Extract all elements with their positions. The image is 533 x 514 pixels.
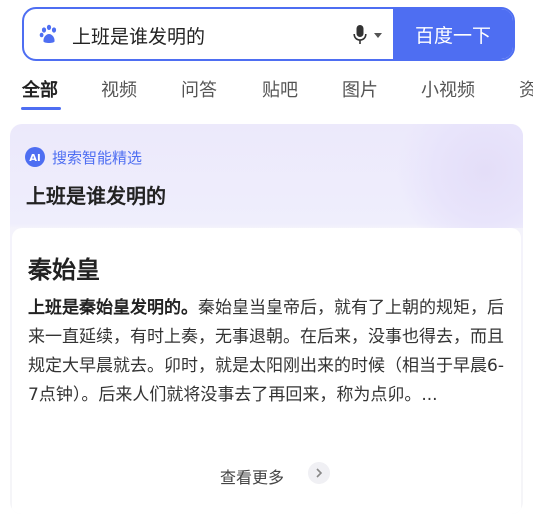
tab-video[interactable]: 视频	[101, 76, 137, 102]
baidu-paw-icon	[39, 24, 57, 43]
search-button[interactable]: 百度一下	[393, 9, 513, 59]
search-bar[interactable]: 上班是谁发明的 百度一下	[22, 7, 515, 61]
result-tabs: 全部 视频 问答 贴吧 图片 小视频 资	[0, 72, 533, 112]
tab-qa[interactable]: 问答	[181, 76, 217, 102]
active-tab-indicator	[21, 107, 61, 110]
ai-badge-icon: AI	[25, 147, 45, 167]
answer-panel: 秦始皇 上班是秦始皇发明的。秦始皇当皇帝后，就有了上朝的规矩，后来一直延续，有时…	[12, 228, 521, 514]
search-input[interactable]: 上班是谁发明的	[72, 22, 205, 49]
tab-tieba[interactable]: 贴吧	[262, 76, 298, 102]
ai-card-query: 上班是谁发明的	[26, 184, 166, 208]
caret-down-icon[interactable]	[374, 33, 382, 38]
ai-answer-card: AI 搜索智能精选 上班是谁发明的 秦始皇 上班是秦始皇发明的。秦始皇当皇帝后，…	[10, 124, 523, 514]
ai-badge-text: AI	[29, 153, 40, 164]
answer-title: 秦始皇	[28, 256, 100, 284]
microphone-icon[interactable]	[353, 24, 367, 46]
tab-images[interactable]: 图片	[342, 76, 378, 102]
tab-short-video[interactable]: 小视频	[421, 76, 475, 102]
tab-info[interactable]: 资	[519, 76, 533, 102]
answer-text: 上班是秦始皇发明的。秦始皇当皇帝后，就有了上朝的规矩，后来一直延续，有时上奏，无…	[28, 294, 512, 410]
see-more-link[interactable]: 查看更多	[220, 464, 284, 488]
chevron-right-icon[interactable]	[308, 462, 330, 484]
ai-card-label: 搜索智能精选	[52, 149, 143, 167]
tab-all[interactable]: 全部	[22, 76, 58, 102]
answer-lead: 上班是秦始皇发明的。	[28, 298, 198, 318]
card-decoration	[373, 124, 523, 228]
